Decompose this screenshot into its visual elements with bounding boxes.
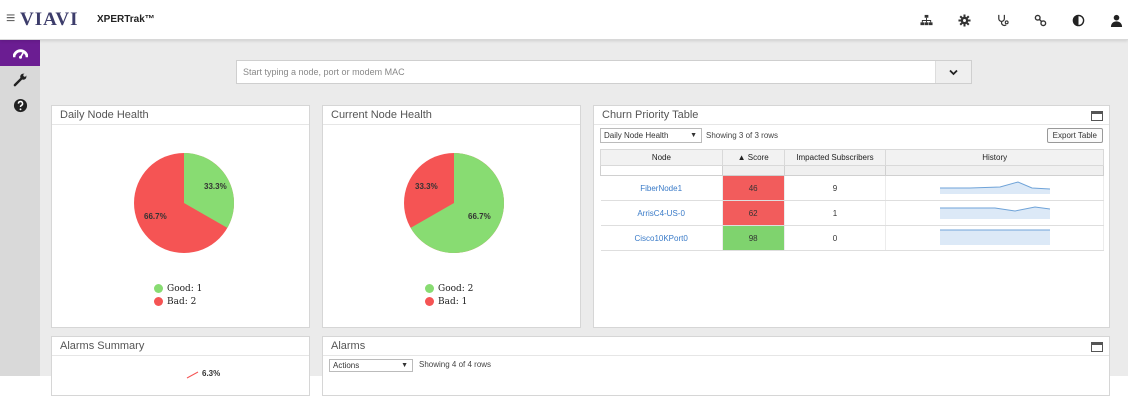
score-cell: 62: [722, 200, 785, 226]
pie-legend: Good: 1 Bad: 2: [154, 282, 202, 308]
table-row[interactable]: Cisco10KPort0 98 0: [600, 225, 1104, 251]
current-health-pie-chart: 66.7% 33.3%: [404, 153, 505, 253]
settings-gear-icon[interactable]: [952, 12, 976, 28]
legend-good-label: Good: 2: [438, 283, 474, 294]
legend-good: Good: 2: [425, 282, 473, 295]
legend-good-label: Good: 1: [167, 283, 203, 294]
bad-dot-icon: [154, 297, 163, 306]
dropdown-arrow-icon: ▼: [690, 132, 697, 139]
impacted-filter-input[interactable]: [783, 165, 887, 176]
history-cell: [885, 175, 1104, 201]
search-input[interactable]: [237, 61, 933, 83]
dashboard-icon: [12, 48, 28, 59]
alarms-panel: Alarms Actions ▼ Showing 4 of 4 rows: [322, 336, 1110, 396]
legend-bad: Bad: 1: [425, 295, 473, 308]
link-icon[interactable]: [1028, 12, 1052, 28]
node-cell[interactable]: Cisco10KPort0: [600, 225, 723, 251]
export-table-button[interactable]: Export Table: [1046, 128, 1103, 143]
panel-title: Alarms: [323, 337, 1109, 356]
search-dropdown-button[interactable]: [935, 61, 971, 83]
column-header-history[interactable]: History: [885, 149, 1104, 166]
main-content: Daily Node Health 33.3% 66.7% Good: 1 Ba…: [40, 40, 1128, 396]
node-filter-input[interactable]: [600, 165, 723, 176]
top-bar: ≡ VIAVI XPERTrak™: [0, 0, 1128, 40]
topology-icon[interactable]: [914, 12, 938, 28]
bad-dot-icon: [425, 297, 434, 306]
alarms-summary-partial-label: 6.3%: [202, 369, 221, 378]
pie-legend: Good: 2 Bad: 1: [425, 282, 473, 308]
column-header-impacted[interactable]: Impacted Subscribers: [783, 149, 887, 166]
sidebar-item-tools[interactable]: [0, 66, 40, 92]
sidebar-item-dashboard[interactable]: [0, 40, 40, 66]
legend-good: Good: 1: [154, 282, 202, 295]
maximize-icon[interactable]: [1091, 111, 1103, 121]
stethoscope-icon[interactable]: [990, 12, 1014, 28]
column-header-node[interactable]: Node: [600, 149, 723, 166]
score-cell: 98: [722, 225, 785, 251]
history-cell: [885, 225, 1104, 251]
search-bar: [236, 60, 972, 84]
user-icon[interactable]: [1104, 12, 1128, 28]
panel-title: Churn Priority Table: [594, 106, 1109, 125]
history-sparkline: [939, 229, 1050, 245]
impacted-cell: 9: [784, 175, 887, 201]
alarm-actions-select[interactable]: Actions ▼: [329, 359, 413, 372]
dropdown-arrow-icon: ▼: [401, 362, 408, 369]
daily-node-health-panel: Daily Node Health 33.3% 66.7% Good: 1 Ba…: [51, 105, 310, 328]
contrast-icon[interactable]: [1066, 12, 1090, 28]
top-icon-bar: [900, 12, 1128, 28]
daily-health-pie-chart: 33.3% 66.7%: [134, 153, 234, 253]
node-link[interactable]: Cisco10KPort0: [634, 234, 687, 243]
table-row[interactable]: FiberNode1 46 9: [600, 175, 1104, 201]
churn-table: Node ▲ Score Impacted Subscribers Histor…: [600, 149, 1104, 251]
node-link[interactable]: FiberNode1: [640, 184, 682, 193]
good-dot-icon: [154, 284, 163, 293]
impacted-cell: 1: [784, 200, 887, 226]
legend-bad: Bad: 2: [154, 295, 202, 308]
churn-priority-panel: Churn Priority Table Daily Node Health ▼…: [593, 105, 1110, 328]
table-row[interactable]: ArrisC4-US-0 62 1: [600, 200, 1104, 226]
impacted-cell: 0: [784, 225, 887, 251]
panel-title: Alarms Summary: [52, 337, 309, 356]
chevron-down-icon: [949, 69, 958, 75]
pie-label-good: 33.3%: [204, 182, 227, 191]
alarms-summary-panel: Alarms Summary 6.3%: [51, 336, 310, 396]
node-cell[interactable]: ArrisC4-US-0: [600, 200, 723, 226]
table-header-row: Node ▲ Score Impacted Subscribers Histor…: [600, 149, 1104, 166]
legend-bad-label: Bad: 1: [438, 296, 468, 307]
sidebar-item-help[interactable]: [0, 92, 40, 118]
panel-title: Daily Node Health: [52, 106, 309, 125]
churn-controls: Daily Node Health ▼ Showing 3 of 3 rows …: [600, 128, 1103, 144]
row-count-text: Showing 4 of 4 rows: [419, 360, 492, 369]
pie-label-bad: 33.3%: [415, 182, 438, 191]
pie-label-bad: 66.7%: [144, 212, 167, 221]
history-cell: [885, 200, 1104, 226]
score-cell: 46: [722, 175, 785, 201]
pie-label-good: 66.7%: [468, 212, 491, 221]
legend-bad-label: Bad: 2: [167, 296, 197, 307]
wrench-icon: [13, 73, 26, 86]
maximize-icon[interactable]: [1091, 342, 1103, 352]
viavi-logo: VIAVI: [20, 9, 79, 30]
select-value: Actions: [333, 361, 360, 370]
history-filter-input[interactable]: [885, 165, 1104, 176]
row-count-text: Showing 3 of 3 rows: [706, 131, 779, 140]
node-cell[interactable]: FiberNode1: [600, 175, 723, 201]
churn-source-select[interactable]: Daily Node Health ▼: [600, 128, 702, 143]
score-filter-input[interactable]: [721, 165, 785, 176]
history-sparkline: [939, 206, 1050, 219]
panel-title: Current Node Health: [323, 106, 580, 125]
select-value: Daily Node Health: [604, 131, 669, 140]
help-icon: [13, 98, 27, 112]
current-node-health-panel: Current Node Health 66.7% 33.3% Good: 2 …: [322, 105, 581, 328]
product-name: XPERTrak™: [97, 14, 155, 25]
history-sparkline: [939, 181, 1050, 194]
menu-icon[interactable]: ≡: [6, 11, 15, 27]
good-dot-icon: [425, 284, 434, 293]
node-link[interactable]: ArrisC4-US-0: [637, 209, 685, 218]
sidebar: [0, 40, 40, 376]
column-header-score[interactable]: ▲ Score: [721, 149, 785, 166]
filter-row: [600, 165, 1104, 176]
alarms-pie-edge: [186, 371, 199, 379]
